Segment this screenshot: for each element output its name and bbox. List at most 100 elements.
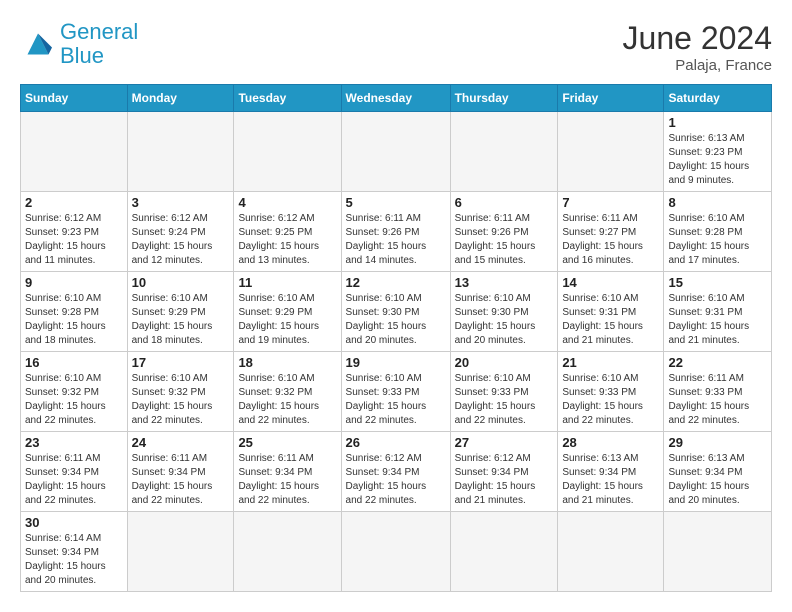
col-tuesday: Tuesday <box>234 85 341 112</box>
day-number: 7 <box>562 195 659 210</box>
col-monday: Monday <box>127 85 234 112</box>
calendar-cell <box>664 512 772 592</box>
logo-general: General <box>60 19 138 44</box>
day-info: Sunrise: 6:13 AM Sunset: 9:34 PM Dayligh… <box>668 452 767 508</box>
calendar-cell: 13Sunrise: 6:10 AM Sunset: 9:30 PM Dayli… <box>450 272 558 352</box>
calendar-cell: 14 Sunrise: 6:10 AM Sunset: 9:31 PM Dayli… <box>558 272 664 352</box>
calendar-cell: 11 Sunrise: 6:10 AM Sunset: 9:29 PM Dayli… <box>234 272 341 352</box>
month-year-title: June 2024 <box>623 20 772 57</box>
day-info: Sunrise: 6:10 AM Sunset: 9:32 PM Dayligh… <box>25 372 123 428</box>
day-info: Sunrise: 6:10 AM Sunset: 9:31 PM Dayligh… <box>562 292 659 348</box>
day-number: 6 <box>455 195 554 210</box>
day-info: Sunrise: 6:11 AM Sunset: 9:34 PM Dayligh… <box>25 452 123 508</box>
calendar-cell <box>341 512 450 592</box>
calendar-cell: 9 Sunrise: 6:10 AM Sunset: 9:28 PM Daylig… <box>21 272 128 352</box>
calendar-week-row: 23Sunrise: 6:11 AM Sunset: 9:34 PM Dayli… <box>21 432 772 512</box>
calendar-cell: 20 Sunrise: 6:10 AM Sunset: 9:33 PM Dayli… <box>450 352 558 432</box>
day-info: Sunrise: 6:10 AM Sunset: 9:30 PM Dayligh… <box>455 292 554 348</box>
day-number: 10 <box>132 275 230 290</box>
calendar-cell: 27Sunrise: 6:12 AM Sunset: 9:34 PM Dayli… <box>450 432 558 512</box>
day-info: Sunrise: 6:12 AM Sunset: 9:24 PM Dayligh… <box>132 212 230 268</box>
calendar-cell <box>450 512 558 592</box>
day-info: Sunrise: 6:10 AM Sunset: 9:28 PM Dayligh… <box>25 292 123 348</box>
calendar-cell: 19Sunrise: 6:10 AM Sunset: 9:33 PM Dayli… <box>341 352 450 432</box>
day-info: Sunrise: 6:10 AM Sunset: 9:32 PM Dayligh… <box>238 372 336 428</box>
calendar-cell: 12Sunrise: 6:10 AM Sunset: 9:30 PM Dayli… <box>341 272 450 352</box>
calendar-cell <box>558 112 664 192</box>
calendar-cell <box>127 512 234 592</box>
col-friday: Friday <box>558 85 664 112</box>
col-thursday: Thursday <box>450 85 558 112</box>
calendar-table: Sunday Monday Tuesday Wednesday Thursday… <box>20 84 772 592</box>
day-info: Sunrise: 6:10 AM Sunset: 9:29 PM Dayligh… <box>132 292 230 348</box>
day-info: Sunrise: 6:10 AM Sunset: 9:33 PM Dayligh… <box>455 372 554 428</box>
col-sunday: Sunday <box>21 85 128 112</box>
day-number: 24 <box>132 435 230 450</box>
calendar-cell: 10 Sunrise: 6:10 AM Sunset: 9:29 PM Dayli… <box>127 272 234 352</box>
calendar-week-row: 1 Sunrise: 6:13 AM Sunset: 9:23 PM Daylig… <box>21 112 772 192</box>
day-info: Sunrise: 6:11 AM Sunset: 9:34 PM Dayligh… <box>132 452 230 508</box>
day-number: 9 <box>25 275 123 290</box>
day-info: Sunrise: 6:10 AM Sunset: 9:29 PM Dayligh… <box>238 292 336 348</box>
calendar-cell: 18 Sunrise: 6:10 AM Sunset: 9:32 PM Dayli… <box>234 352 341 432</box>
calendar-cell: 6 Sunrise: 6:11 AM Sunset: 9:26 PM Daylig… <box>450 192 558 272</box>
calendar-cell: 21 Sunrise: 6:10 AM Sunset: 9:33 PM Dayli… <box>558 352 664 432</box>
calendar-cell: 23Sunrise: 6:11 AM Sunset: 9:34 PM Dayli… <box>21 432 128 512</box>
day-number: 11 <box>238 275 336 290</box>
calendar-cell: 25Sunrise: 6:11 AM Sunset: 9:34 PM Dayli… <box>234 432 341 512</box>
calendar-cell: 15Sunrise: 6:10 AM Sunset: 9:31 PM Dayli… <box>664 272 772 352</box>
day-number: 18 <box>238 355 336 370</box>
calendar-week-row: 9 Sunrise: 6:10 AM Sunset: 9:28 PM Daylig… <box>21 272 772 352</box>
day-number: 14 <box>562 275 659 290</box>
logo-text: General Blue <box>60 20 138 68</box>
calendar-cell: 7 Sunrise: 6:11 AM Sunset: 9:27 PM Daylig… <box>558 192 664 272</box>
calendar-cell <box>450 112 558 192</box>
day-number: 2 <box>25 195 123 210</box>
calendar-cell: 28 Sunrise: 6:13 AM Sunset: 9:34 PM Dayli… <box>558 432 664 512</box>
day-info: Sunrise: 6:10 AM Sunset: 9:31 PM Dayligh… <box>668 292 767 348</box>
calendar-cell <box>341 112 450 192</box>
calendar-cell <box>234 512 341 592</box>
day-info: Sunrise: 6:11 AM Sunset: 9:26 PM Dayligh… <box>455 212 554 268</box>
calendar-cell: 17 Sunrise: 6:10 AM Sunset: 9:32 PM Dayli… <box>127 352 234 432</box>
day-info: Sunrise: 6:10 AM Sunset: 9:32 PM Dayligh… <box>132 372 230 428</box>
day-number: 16 <box>25 355 123 370</box>
day-number: 21 <box>562 355 659 370</box>
day-info: Sunrise: 6:12 AM Sunset: 9:23 PM Dayligh… <box>25 212 123 268</box>
day-number: 12 <box>346 275 446 290</box>
day-number: 8 <box>668 195 767 210</box>
calendar-header-row: Sunday Monday Tuesday Wednesday Thursday… <box>21 85 772 112</box>
day-number: 29 <box>668 435 767 450</box>
calendar-cell: 5Sunrise: 6:11 AM Sunset: 9:26 PM Daylig… <box>341 192 450 272</box>
day-info: Sunrise: 6:12 AM Sunset: 9:34 PM Dayligh… <box>346 452 446 508</box>
day-number: 22 <box>668 355 767 370</box>
logo-icon <box>20 30 56 58</box>
day-number: 30 <box>25 515 123 530</box>
day-info: Sunrise: 6:11 AM Sunset: 9:27 PM Dayligh… <box>562 212 659 268</box>
day-number: 20 <box>455 355 554 370</box>
col-wednesday: Wednesday <box>341 85 450 112</box>
calendar-cell: 24 Sunrise: 6:11 AM Sunset: 9:34 PM Dayli… <box>127 432 234 512</box>
logo-blue: Blue <box>60 43 104 68</box>
calendar-cell: 16 Sunrise: 6:10 AM Sunset: 9:32 PM Dayli… <box>21 352 128 432</box>
calendar-week-row: 2 Sunrise: 6:12 AM Sunset: 9:23 PM Daylig… <box>21 192 772 272</box>
logo: General Blue <box>20 20 138 68</box>
calendar-cell <box>558 512 664 592</box>
title-block: June 2024 Palaja, France <box>623 20 772 74</box>
day-number: 1 <box>668 115 767 130</box>
calendar-cell <box>127 112 234 192</box>
day-info: Sunrise: 6:13 AM Sunset: 9:23 PM Dayligh… <box>668 132 767 188</box>
calendar-cell: 3Sunrise: 6:12 AM Sunset: 9:24 PM Daylig… <box>127 192 234 272</box>
calendar-cell: 26Sunrise: 6:12 AM Sunset: 9:34 PM Dayli… <box>341 432 450 512</box>
calendar-cell: 4Sunrise: 6:12 AM Sunset: 9:25 PM Daylig… <box>234 192 341 272</box>
calendar-cell <box>21 112 128 192</box>
day-number: 28 <box>562 435 659 450</box>
calendar-cell: 2 Sunrise: 6:12 AM Sunset: 9:23 PM Daylig… <box>21 192 128 272</box>
calendar-cell: 29 Sunrise: 6:13 AM Sunset: 9:34 PM Dayli… <box>664 432 772 512</box>
calendar-cell: 22Sunrise: 6:11 AM Sunset: 9:33 PM Dayli… <box>664 352 772 432</box>
location-label: Palaja, France <box>623 57 772 74</box>
day-info: Sunrise: 6:10 AM Sunset: 9:33 PM Dayligh… <box>562 372 659 428</box>
day-info: Sunrise: 6:13 AM Sunset: 9:34 PM Dayligh… <box>562 452 659 508</box>
calendar-cell: 8Sunrise: 6:10 AM Sunset: 9:28 PM Daylig… <box>664 192 772 272</box>
day-number: 17 <box>132 355 230 370</box>
